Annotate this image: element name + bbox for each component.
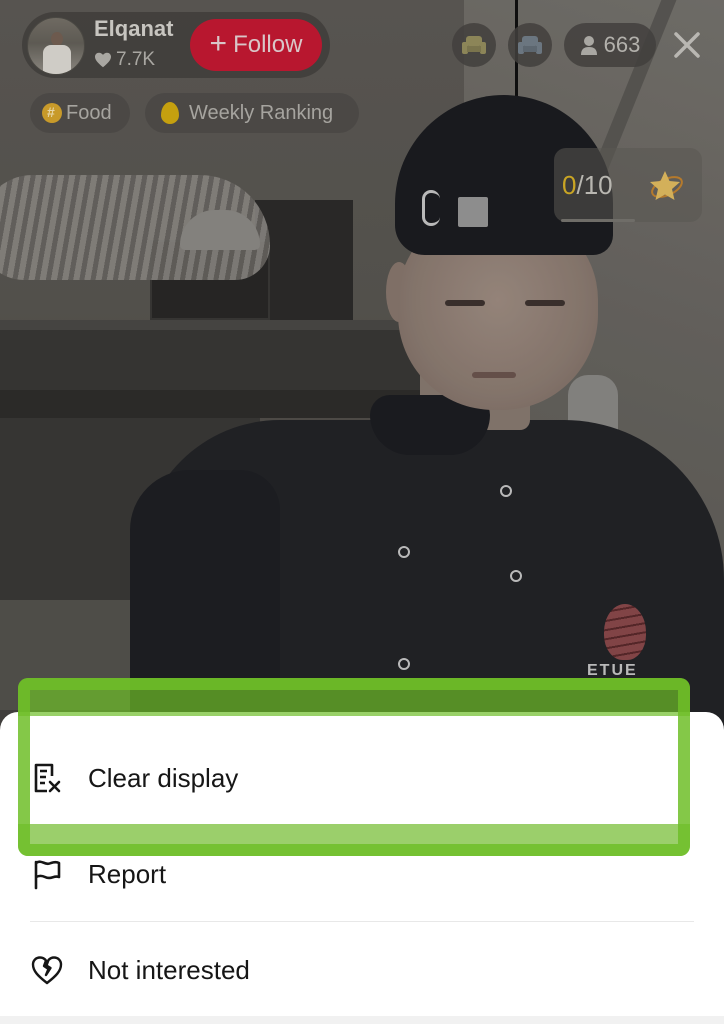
viewer-count-pill[interactable]: 663 — [564, 23, 656, 67]
follow-button[interactable]: + Follow — [190, 19, 322, 71]
heart-icon — [95, 52, 111, 68]
star-icon — [650, 171, 683, 200]
host-likes: 7.7K — [94, 49, 155, 71]
menu-divider — [30, 921, 694, 922]
close-icon — [674, 32, 700, 58]
goal-total: /10 — [576, 170, 613, 200]
person-icon — [580, 36, 597, 55]
broken-heart-icon — [30, 953, 64, 987]
bottom-safe-area — [0, 1016, 724, 1024]
flag-icon — [30, 857, 64, 891]
menu-item-label: Not interested — [88, 954, 250, 985]
avatar-shirt — [43, 45, 71, 74]
host-avatar[interactable] — [27, 17, 85, 75]
tag-label: Food — [66, 101, 112, 124]
goal-current: 0 — [562, 170, 577, 200]
goal-progress-text: 0/10 — [562, 170, 613, 201]
tag-label: Weekly Ranking — [189, 101, 334, 124]
seat-gold-icon — [462, 36, 486, 54]
avatar-head — [51, 32, 63, 46]
gift-seat-2[interactable] — [508, 23, 552, 67]
plus-icon: + — [209, 27, 228, 60]
menu-item-label: Report — [88, 858, 167, 889]
likes-count: 7.7K — [116, 49, 156, 70]
seat-silver-icon — [518, 36, 542, 54]
menu-item-label: Clear display — [88, 762, 239, 793]
hashtag-icon — [42, 103, 62, 123]
host-name[interactable]: Elqanat — [94, 16, 173, 42]
tag-food[interactable]: Food — [30, 93, 130, 133]
tag-weekly-ranking[interactable]: Weekly Ranking — [145, 93, 359, 133]
flame-icon — [161, 102, 179, 124]
menu-item-clear-display[interactable]: Clear display — [30, 738, 694, 818]
viewer-count: 663 — [603, 32, 641, 57]
menu-item-not-interested[interactable]: Not interested — [30, 930, 694, 1010]
gift-seat-1[interactable] — [452, 23, 496, 67]
goal-progress-bar — [561, 219, 635, 222]
menu-item-report[interactable]: Report — [30, 834, 694, 914]
clear-display-icon — [30, 761, 64, 795]
follow-label: Follow — [233, 31, 303, 58]
close-button[interactable] — [668, 25, 706, 65]
